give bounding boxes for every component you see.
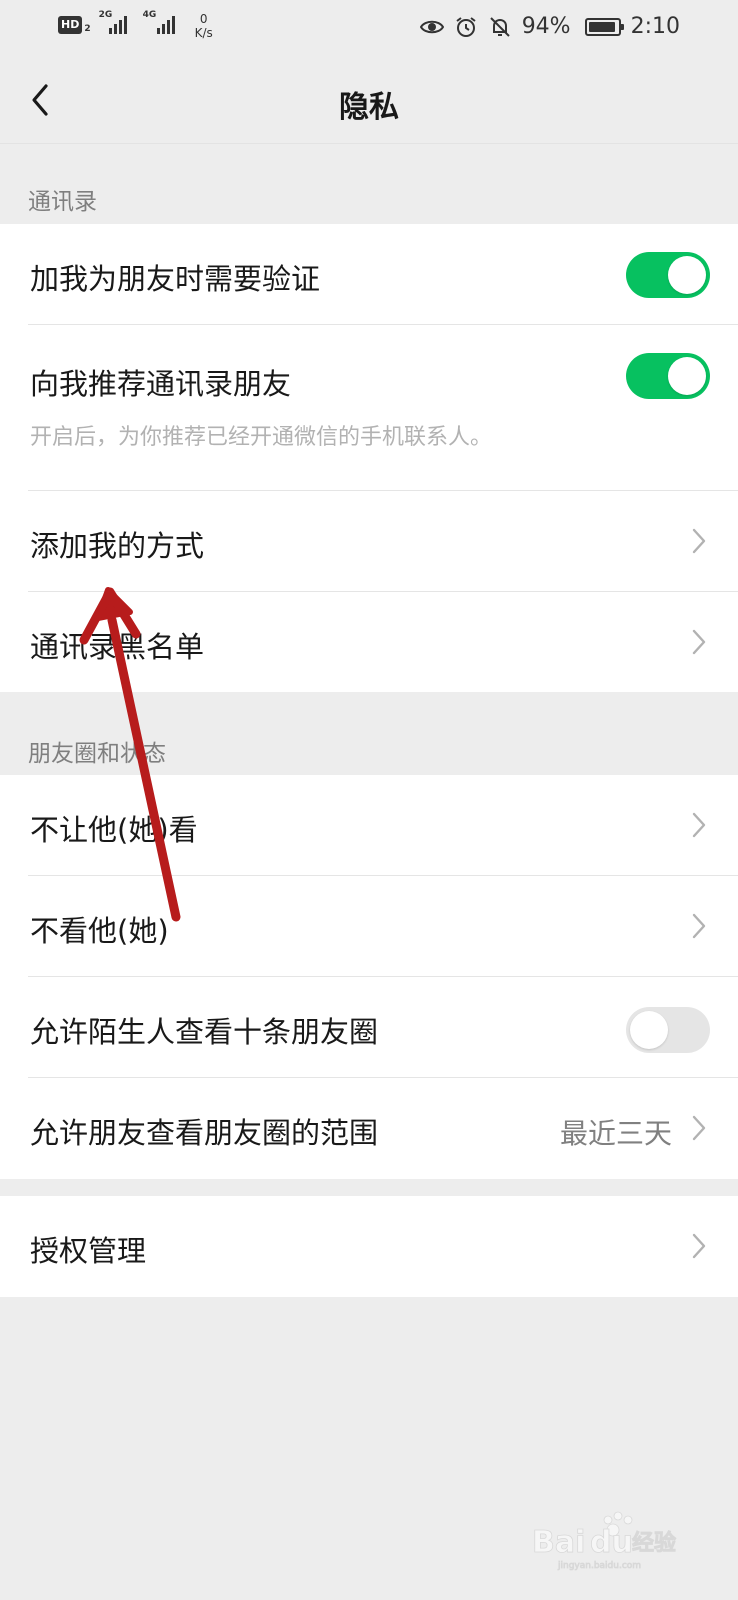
setting-stranger-ten-posts: 允许陌生人查看十条朋友圈	[0, 977, 738, 1078]
status-right: 94% 2:10	[419, 14, 680, 39]
setting-recommend-contacts: 向我推荐通讯录朋友 开启后，为你推荐已经开通微信的手机联系人。	[0, 325, 738, 491]
section-header-contacts: 通讯录	[28, 189, 97, 215]
battery-percent: 94%	[521, 14, 571, 39]
watermark-cn: 经验	[632, 1530, 676, 1556]
verify-toggle[interactable]	[626, 252, 710, 298]
toggle-knob	[668, 256, 706, 294]
page-title: 隐私	[339, 90, 399, 125]
baidu-jingyan-watermark: Bai du 经验 jingyan.baidu.com	[532, 1511, 676, 1571]
setting-value: 最近三天	[559, 1117, 672, 1150]
recommend-toggle[interactable]	[626, 353, 710, 399]
setting-label: 允许朋友查看朋友圈的范围	[30, 1116, 379, 1150]
chevron-right-icon	[692, 629, 706, 655]
moments-group: 不让他(她)看 不看他(她) 允许陌生人查看十条朋友圈 允许朋友查看朋友圈的范围…	[0, 775, 738, 1179]
setting-label: 通讯录黑名单	[30, 630, 205, 664]
section-header-moments: 朋友圈和状态	[28, 741, 166, 767]
setting-hide-from[interactable]: 不让他(她)看	[0, 775, 738, 876]
chevron-right-icon	[692, 1115, 706, 1141]
chevron-right-icon	[692, 1233, 706, 1259]
network-speed: 0 K/s	[194, 12, 213, 40]
setting-add-methods[interactable]: 添加我的方式	[0, 491, 738, 592]
mute-bell-icon	[489, 16, 510, 37]
chevron-right-icon	[692, 913, 706, 939]
hd-voice-icon: HD	[58, 16, 83, 34]
eye-comfort-icon	[419, 20, 444, 33]
signal-2g-icon: 2G	[99, 10, 129, 34]
nav-divider	[0, 143, 738, 144]
hd-sim-index: 2	[84, 24, 91, 34]
setting-authorization[interactable]: 授权管理	[0, 1196, 738, 1297]
setting-label: 加我为朋友时需要验证	[30, 262, 321, 296]
stranger-toggle[interactable]	[626, 1007, 710, 1053]
status-bar: HD 2 2G 4G 0 K/s 94% 2:10	[0, 0, 738, 56]
setting-label: 向我推荐通讯录朋友	[30, 367, 292, 401]
chevron-right-icon	[692, 812, 706, 838]
nav-bar: 隐私	[0, 56, 738, 144]
setting-label: 不让他(她)看	[30, 813, 198, 847]
signal-4g-icon: 4G	[143, 10, 179, 34]
setting-visible-range[interactable]: 允许朋友查看朋友圈的范围 最近三天	[0, 1078, 738, 1179]
contacts-group: 加我为朋友时需要验证 向我推荐通讯录朋友 开启后，为你推荐已经开通微信的手机联系…	[0, 224, 738, 692]
setting-blacklist[interactable]: 通讯录黑名单	[0, 592, 738, 692]
alarm-icon	[456, 16, 476, 37]
setting-label: 允许陌生人查看十条朋友圈	[30, 1015, 379, 1049]
toggle-knob	[668, 357, 706, 395]
setting-description: 开启后，为你推荐已经开通微信的手机联系人。	[30, 425, 493, 450]
watermark-url: jingyan.baidu.com	[557, 1561, 641, 1571]
status-left: HD 2 2G 4G 0 K/s	[58, 10, 213, 40]
watermark-brand: Bai	[532, 1525, 585, 1560]
clock: 2:10	[630, 14, 680, 39]
battery-icon	[584, 17, 624, 36]
watermark-brand2: du	[590, 1525, 633, 1560]
setting-label: 添加我的方式	[30, 529, 205, 563]
authorization-group: 授权管理	[0, 1196, 738, 1297]
toggle-knob	[630, 1011, 668, 1049]
setting-label: 授权管理	[30, 1234, 147, 1268]
setting-label: 不看他(她)	[30, 914, 169, 948]
setting-verify-friend: 加我为朋友时需要验证	[0, 224, 738, 325]
chevron-right-icon	[692, 528, 706, 554]
setting-not-see[interactable]: 不看他(她)	[0, 876, 738, 977]
